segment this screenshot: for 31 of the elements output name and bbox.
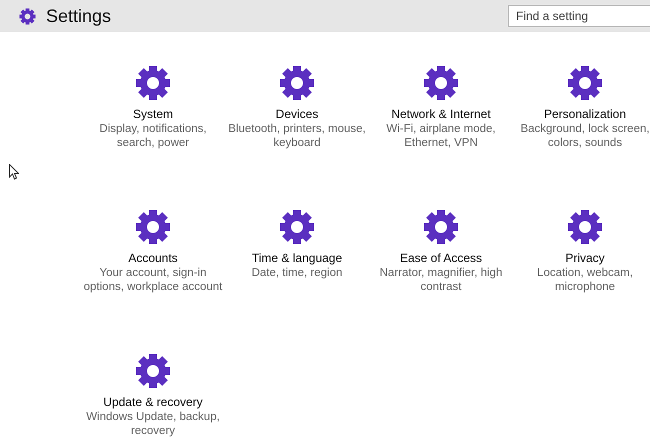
category-description: Narrator, magnifier, high contrast: [378, 266, 504, 294]
category-description: Date, time, region: [250, 266, 344, 280]
category-title[interactable]: Personalization: [544, 107, 626, 122]
gear-icon: [19, 8, 36, 24]
category-description: Your account, sign-in options, workplace account: [83, 266, 223, 294]
category-description: Display, notifications, search, power: [98, 122, 208, 150]
category-description: Background, lock screen, colors, sounds: [519, 122, 650, 150]
category-title[interactable]: Time & language: [252, 251, 342, 266]
category-description: Bluetooth, printers, mouse, keyboard: [227, 122, 367, 150]
window-title: Settings: [46, 6, 112, 26]
mouse-pointer-icon: [9, 164, 19, 180]
gear-icon: [135, 353, 171, 389]
gear-icon: [279, 65, 315, 101]
category-title[interactable]: Accounts: [128, 251, 178, 266]
gear-icon: [135, 65, 171, 101]
gear-icon: [279, 209, 315, 245]
gear-icon: [135, 209, 171, 245]
search-field[interactable]: Find a setting: [508, 5, 650, 27]
gear-icon: [423, 65, 459, 101]
category-title[interactable]: Devices: [276, 107, 318, 122]
category-description: Windows Update, backup, recovery: [85, 410, 221, 438]
category-title[interactable]: Network & Internet: [391, 107, 491, 122]
category-title[interactable]: System: [132, 107, 173, 122]
gear-icon: [567, 65, 603, 101]
category-title[interactable]: Update & recovery: [103, 395, 203, 410]
category-title[interactable]: Ease of Access: [400, 251, 482, 266]
gear-icon: [423, 209, 459, 245]
gear-icon: [567, 209, 603, 245]
category-description: Location, webcam, microphone: [536, 266, 634, 294]
category-description: Wi-Fi, airplane mode, Ethernet, VPN: [385, 122, 497, 150]
category-title[interactable]: Privacy: [565, 251, 605, 266]
